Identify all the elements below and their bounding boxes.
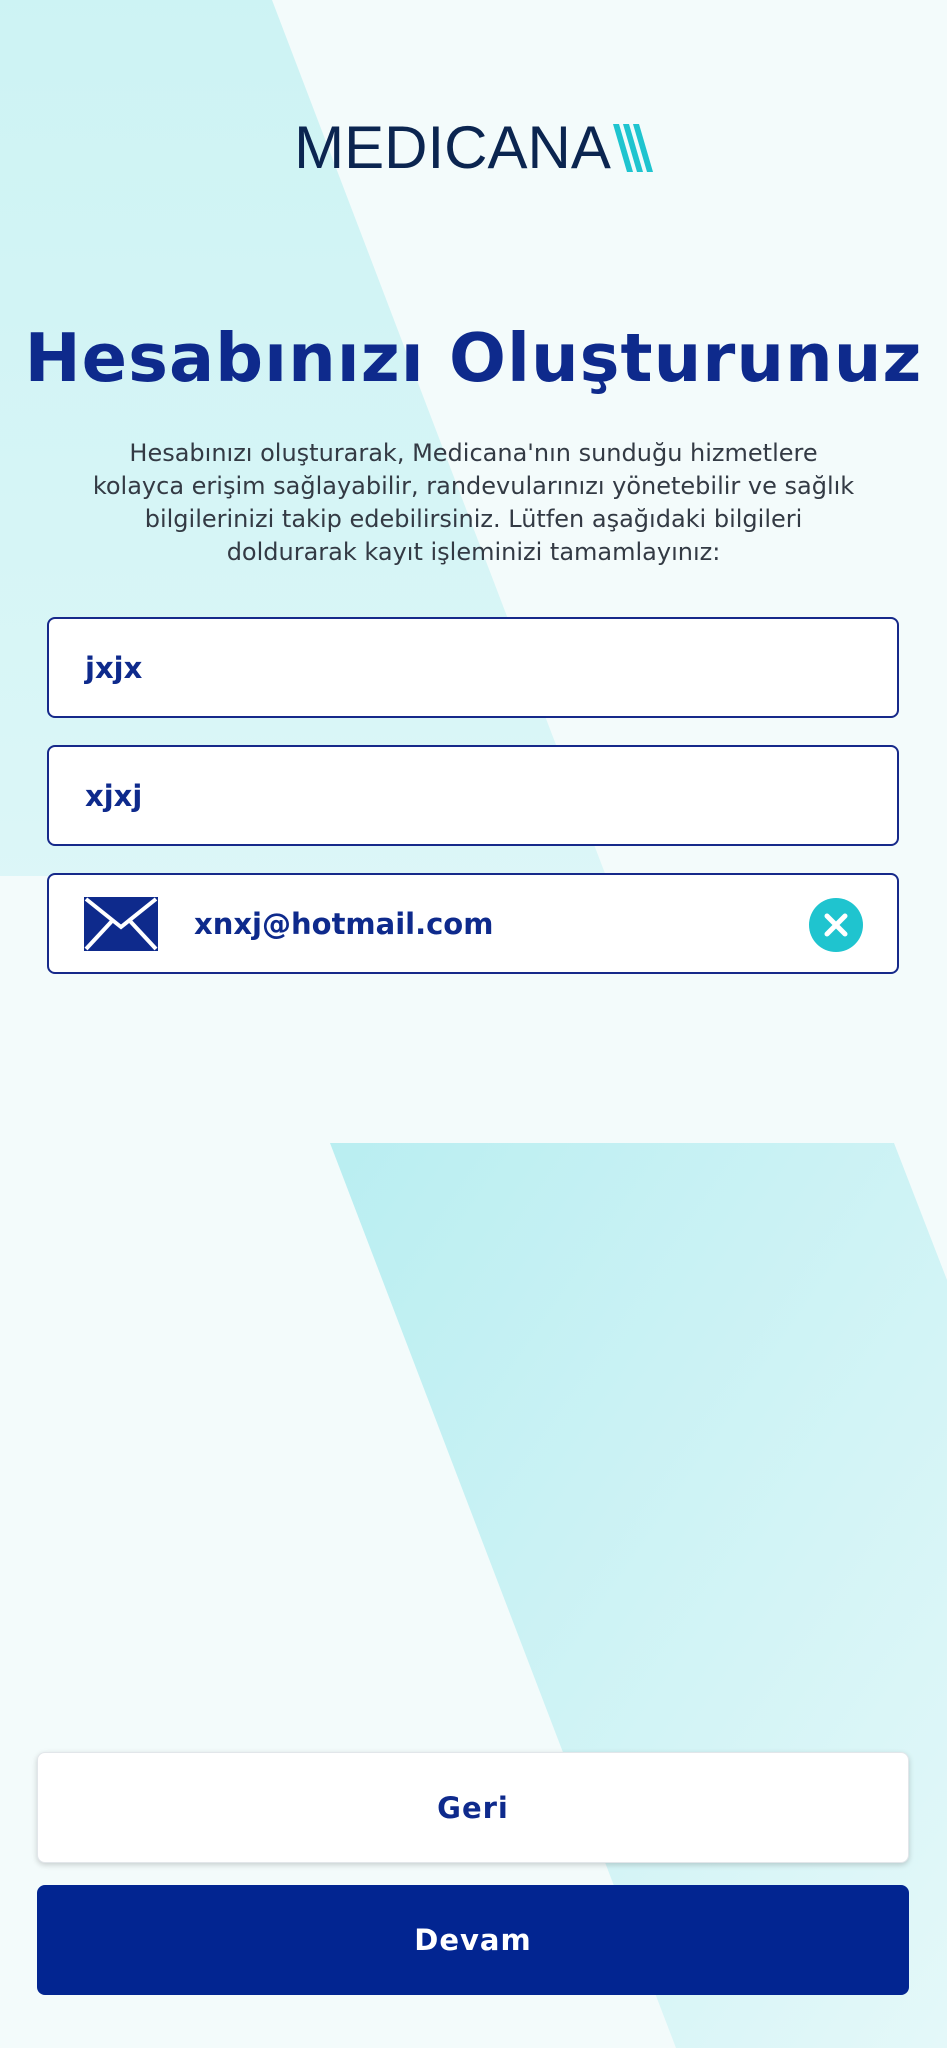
email-value: xnxj@hotmail.com	[194, 906, 494, 941]
page-description: Hesabınızı oluşturarak, Medicana'nın sun…	[92, 439, 855, 566]
medicana-logo: MEDICANA	[0, 118, 947, 178]
logo-text: MEDICANA	[294, 114, 611, 181]
page-title: Hesabınızı Oluşturunuz	[24, 319, 923, 397]
first-name-value: jxjx	[85, 650, 143, 685]
continue-button[interactable]: Devam	[37, 1885, 909, 1995]
background-decoration	[0, 0, 947, 2048]
last-name-value: xjxj	[85, 778, 143, 813]
email-field[interactable]: xnxj@hotmail.com	[47, 873, 899, 974]
back-button[interactable]: Geri	[37, 1752, 909, 1863]
envelope-icon	[84, 897, 158, 951]
first-name-field[interactable]: jxjx	[47, 617, 899, 718]
logo-slash-icon	[612, 124, 653, 172]
last-name-field[interactable]: xjxj	[47, 745, 899, 846]
clear-icon[interactable]	[809, 898, 863, 952]
